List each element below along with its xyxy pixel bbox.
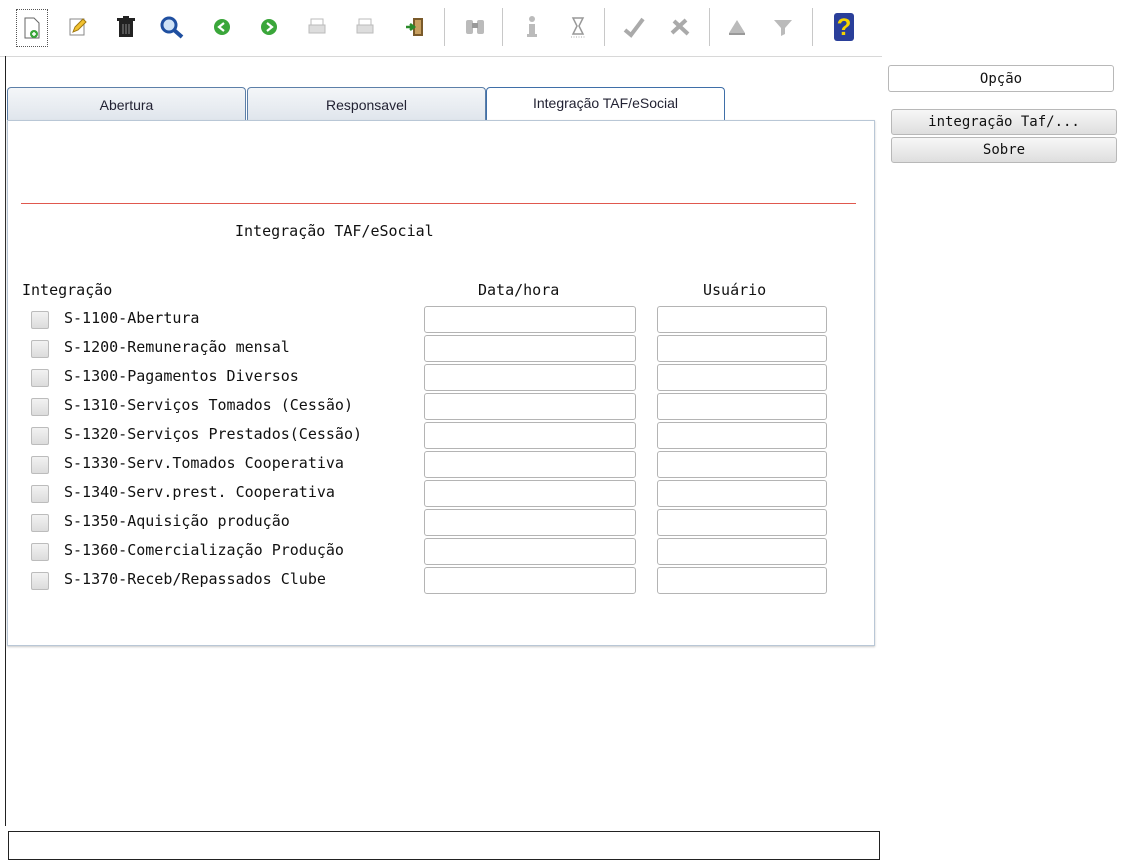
up-icon[interactable]	[720, 8, 754, 46]
new-document-icon[interactable]	[16, 9, 48, 47]
print-preview-icon[interactable]	[348, 8, 382, 46]
column-header-data-hora: Data/hora	[478, 281, 560, 299]
tab-label: Integração TAF/eSocial	[532, 95, 678, 111]
integration-checkbox[interactable]	[31, 572, 49, 590]
next-icon[interactable]	[252, 8, 286, 46]
usuario-field[interactable]	[657, 480, 827, 507]
previous-icon[interactable]	[205, 8, 239, 46]
data-hora-field[interactable]	[424, 567, 636, 594]
data-hora-field[interactable]	[424, 335, 636, 362]
tab-label: Abertura	[99, 96, 154, 113]
usuario-field[interactable]	[657, 364, 827, 391]
help-icon[interactable]: ?	[827, 8, 861, 46]
search-icon[interactable]	[155, 8, 189, 46]
hourglass-icon[interactable]	[561, 8, 595, 46]
toolbar-separator	[709, 8, 713, 46]
status-bar	[8, 831, 880, 860]
info-icon[interactable]	[515, 8, 549, 46]
divider-line	[21, 203, 856, 204]
data-hora-field[interactable]	[424, 364, 636, 391]
toolbar-separator	[812, 8, 816, 46]
usuario-field[interactable]	[657, 509, 827, 536]
toolbar-separator	[444, 8, 448, 46]
tab-integracao-taf-esocial[interactable]: Integração TAF/eSocial	[486, 87, 725, 122]
integration-label: S-1200-Remuneração mensal	[64, 338, 290, 356]
filter-icon[interactable]	[766, 8, 800, 46]
toolbar-separator	[604, 8, 608, 46]
integration-checkbox[interactable]	[31, 398, 49, 416]
integration-checkbox[interactable]	[31, 456, 49, 474]
data-hora-field[interactable]	[424, 393, 636, 420]
integration-label: S-1350-Aquisição produção	[64, 512, 290, 530]
integration-label: S-1370-Receb/Repassados Clube	[64, 570, 326, 588]
exit-icon[interactable]	[398, 8, 432, 46]
integration-checkbox[interactable]	[31, 427, 49, 445]
cancel-icon[interactable]	[663, 8, 697, 46]
usuario-field[interactable]	[657, 422, 827, 449]
usuario-field[interactable]	[657, 567, 827, 594]
integration-label: S-1340-Serv.prest. Cooperativa	[64, 483, 335, 501]
binoculars-icon[interactable]	[458, 8, 492, 46]
usuario-field[interactable]	[657, 306, 827, 333]
confirm-icon[interactable]	[617, 8, 651, 46]
sobre-button[interactable]: Sobre	[891, 137, 1117, 163]
data-hora-field[interactable]	[424, 451, 636, 478]
column-header-usuario: Usuário	[703, 281, 767, 299]
data-hora-field[interactable]	[424, 538, 636, 565]
tab-label: Responsavel	[326, 96, 407, 113]
opcao-header: Opção	[888, 65, 1114, 92]
usuario-field[interactable]	[657, 335, 827, 362]
integration-checkbox[interactable]	[31, 311, 49, 329]
integration-label: S-1300-Pagamentos Diversos	[64, 367, 299, 385]
tab-responsavel[interactable]: Responsavel	[247, 87, 486, 121]
usuario-field[interactable]	[657, 538, 827, 565]
integration-checkbox[interactable]	[31, 485, 49, 503]
column-header-integracao: Integração	[22, 281, 113, 299]
toolbar: ?	[0, 0, 882, 57]
usuario-field[interactable]	[657, 451, 827, 478]
integration-label: S-1320-Serviços Prestados(Cessão)	[64, 425, 363, 443]
section-title: Integração TAF/eSocial	[235, 222, 434, 240]
svg-text:?: ?	[837, 14, 852, 41]
data-hora-field[interactable]	[424, 480, 636, 507]
integration-checkbox[interactable]	[31, 369, 49, 387]
delete-icon[interactable]	[109, 8, 143, 46]
toolbar-separator	[502, 8, 506, 46]
data-hora-field[interactable]	[424, 306, 636, 333]
data-hora-field[interactable]	[424, 509, 636, 536]
data-hora-field[interactable]	[424, 422, 636, 449]
integration-label: S-1330-Serv.Tomados Cooperativa	[64, 454, 344, 472]
integration-checkbox[interactable]	[31, 543, 49, 561]
print-icon[interactable]	[300, 8, 334, 46]
integracao-taf-button[interactable]: integração Taf/...	[891, 109, 1117, 135]
integration-label: S-1360-Comercialização Produção	[64, 541, 344, 559]
integration-label: S-1310-Serviços Tomados (Cessão)	[64, 396, 353, 414]
integration-checkbox[interactable]	[31, 514, 49, 532]
edit-icon[interactable]	[61, 8, 95, 46]
usuario-field[interactable]	[657, 393, 827, 420]
integration-checkbox[interactable]	[31, 340, 49, 358]
integration-label: S-1100-Abertura	[64, 309, 200, 327]
tab-abertura[interactable]: Abertura	[7, 87, 246, 121]
